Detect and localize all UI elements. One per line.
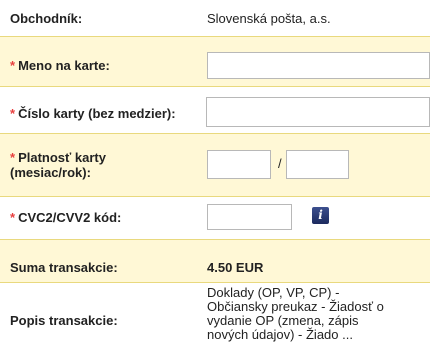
expiry-row: * Platnosť karty (mesiac/rok): / xyxy=(0,134,430,196)
expiry-year-input[interactable] xyxy=(286,150,349,179)
merchant-label: Obchodník: xyxy=(10,11,83,26)
merchant-value: Slovenská pošta, a.s. xyxy=(207,11,331,26)
card-name-label: * Meno na karte: xyxy=(10,58,110,73)
card-number-row: * Číslo karty (bez medzier): xyxy=(0,87,430,133)
expiry-month-input[interactable] xyxy=(207,150,271,179)
description-line: vydanie OP (zmena, zápis xyxy=(207,313,359,328)
required-mark: * xyxy=(10,58,16,73)
required-mark: * xyxy=(10,150,16,165)
cvc-label: * CVC2/CVV2 kód: xyxy=(10,210,121,225)
expiry-separator: / xyxy=(278,156,282,171)
amount-label: Suma transakcie: xyxy=(10,260,118,275)
expiry-label-line2: (mesiac/rok): xyxy=(10,165,91,180)
card-number-label-text: Číslo karty (bez medzier): xyxy=(18,106,176,121)
amount-row: Suma transakcie: 4.50 EUR xyxy=(0,240,430,282)
card-number-label: * Číslo karty (bez medzier): xyxy=(10,106,176,121)
expiry-label: * Platnosť karty (mesiac/rok): xyxy=(10,150,106,180)
info-icon[interactable]: i xyxy=(312,207,329,224)
card-name-row: * Meno na karte: xyxy=(0,37,430,86)
expiry-label-line1: Platnosť karty xyxy=(18,150,106,165)
description-line: Občiansky preukaz - Žiadosť o xyxy=(207,299,384,314)
description-line: nových údajov) - Žiado ... xyxy=(207,327,353,342)
amount-value: 4.50 EUR xyxy=(207,260,264,275)
card-name-input[interactable] xyxy=(207,52,430,79)
cvc-input[interactable] xyxy=(207,204,292,230)
card-name-label-text: Meno na karte: xyxy=(18,58,110,73)
required-mark: * xyxy=(10,106,16,121)
cvc-label-text: CVC2/CVV2 kód: xyxy=(18,210,122,225)
description-row: Popis transakcie: Doklady (OP, VP, CP) -… xyxy=(0,283,430,349)
merchant-row: Obchodník: Slovenská pošta, a.s. xyxy=(0,0,430,36)
description-line: Doklady (OP, VP, CP) - xyxy=(207,285,340,300)
description-value: Doklady (OP, VP, CP) - Občiansky preukaz… xyxy=(207,286,384,342)
required-mark: * xyxy=(10,210,16,225)
card-number-input[interactable] xyxy=(206,97,430,127)
description-label: Popis transakcie: xyxy=(10,313,118,328)
cvc-row: * CVC2/CVV2 kód: i xyxy=(0,197,430,239)
